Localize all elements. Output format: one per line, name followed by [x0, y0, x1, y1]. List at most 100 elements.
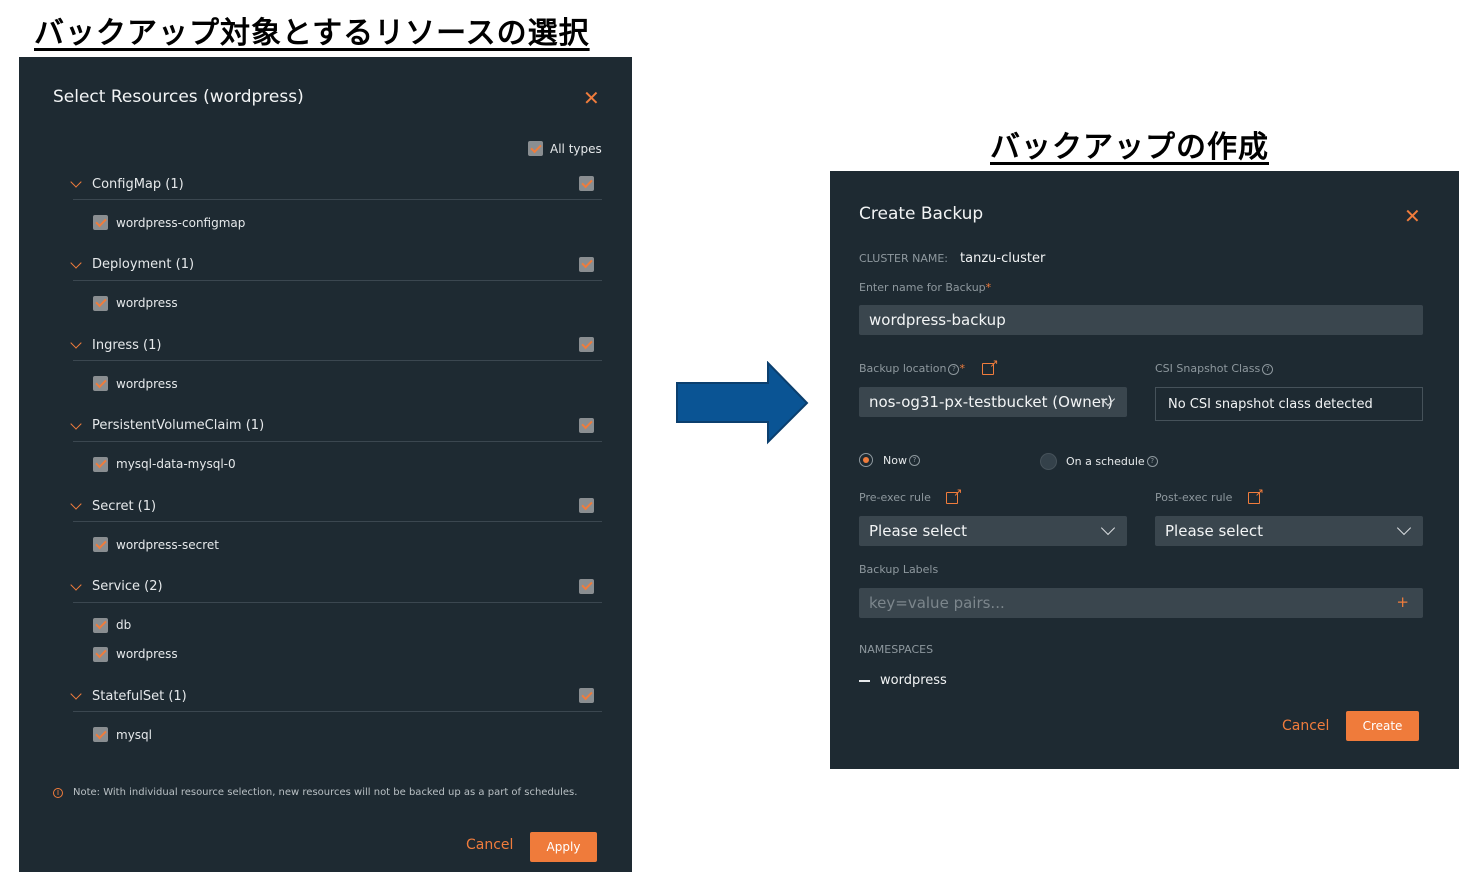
resource-group-header[interactable]: Ingress (1) — [69, 330, 602, 360]
resource-item-label: wordpress — [116, 376, 178, 391]
collapse-icon[interactable] — [859, 679, 870, 682]
external-link-icon[interactable] — [1247, 486, 1264, 504]
chevron-down-icon[interactable] — [70, 417, 82, 430]
resource-item[interactable]: wordpress — [69, 640, 602, 669]
resource-group-label: PersistentVolumeClaim (1) — [92, 418, 265, 433]
resource-item-label: wordpress — [116, 296, 178, 310]
resource-item[interactable]: wordpress — [69, 369, 602, 398]
backup-name-value: wordpress-backup — [869, 311, 1006, 329]
external-link-icon[interactable] — [982, 357, 998, 375]
chevron-down-icon — [1100, 520, 1116, 536]
group-checkbox[interactable] — [579, 176, 594, 191]
csi-snapshot-field: No CSI snapshot class detected — [1155, 387, 1423, 421]
cluster-name-label: CLUSTER NAME: — [859, 252, 949, 265]
group-checkbox[interactable] — [579, 498, 594, 513]
add-label-icon[interactable]: + — [1396, 593, 1409, 611]
chevron-down-icon[interactable] — [70, 578, 82, 591]
post-exec-value: Please select — [1165, 522, 1264, 540]
backup-labels-input[interactable]: key=value pairs... + — [859, 588, 1423, 618]
select-resources-dialog: Select Resources (wordpress) ✕ All types… — [19, 57, 632, 872]
checkbox-icon[interactable] — [528, 141, 543, 156]
resource-group: Secret (1) wordpress-secret — [69, 491, 602, 559]
checkbox-icon[interactable] — [93, 617, 108, 633]
resource-item[interactable]: wordpress-secret — [69, 530, 602, 559]
help-icon[interactable]: ? — [908, 454, 920, 466]
pre-exec-select[interactable]: Please select — [859, 516, 1127, 546]
radio-now[interactable]: Now ? — [859, 453, 920, 467]
checkbox-icon[interactable] — [93, 295, 108, 311]
chevron-down-icon — [1396, 520, 1412, 536]
chevron-down-icon[interactable] — [70, 688, 82, 700]
namespace-item: wordpress — [859, 673, 947, 688]
help-icon[interactable]: ? — [1262, 363, 1274, 375]
resource-group-header[interactable]: ConfigMap (1) — [69, 169, 602, 199]
resource-group-label: Ingress (1) — [92, 337, 162, 353]
chevron-down-icon[interactable] — [70, 256, 82, 269]
dialog-title: Create Backup — [859, 204, 984, 224]
resource-item[interactable]: mysql — [69, 720, 602, 749]
radio-now-label: Now — [883, 453, 907, 467]
resource-item-label: mysql-data-mysql-0 — [116, 457, 236, 471]
resource-item-label: wordpress-configmap — [116, 215, 246, 230]
help-icon[interactable]: ? — [1146, 456, 1158, 467]
note-text: Note: With individual resource selection… — [73, 787, 578, 798]
chevron-down-icon[interactable] — [70, 176, 82, 188]
resource-group-header[interactable]: StatefulSet (1) — [69, 681, 602, 711]
checkbox-icon[interactable] — [93, 537, 108, 552]
cancel-button[interactable]: Cancel — [466, 837, 513, 853]
checkbox-icon[interactable] — [93, 727, 108, 742]
resource-item-label: wordpress-secret — [116, 537, 219, 552]
post-exec-select[interactable]: Please select — [1155, 516, 1423, 546]
cluster-name-row: CLUSTER NAME: tanzu-cluster — [859, 251, 1045, 266]
resource-item[interactable]: wordpress — [69, 289, 602, 318]
resource-group-label: ConfigMap (1) — [92, 176, 184, 192]
radio-unselected-icon[interactable] — [1040, 453, 1057, 470]
chevron-down-icon[interactable] — [70, 337, 82, 349]
radio-schedule[interactable]: On a schedule ? — [1040, 453, 1158, 470]
group-checkbox[interactable] — [579, 256, 594, 272]
backup-location-value: nos-og31-px-testbucket (Owner) — [869, 393, 1113, 411]
resource-group-header[interactable]: PersistentVolumeClaim (1) — [69, 411, 602, 441]
resource-item-label: mysql — [116, 727, 152, 742]
resource-group: PersistentVolumeClaim (1) mysql-data-mysq… — [69, 411, 602, 479]
left-heading: バックアップ対象とするリソースの選択 — [34, 16, 590, 51]
apply-button[interactable]: Apply — [530, 832, 597, 862]
all-types-toggle[interactable]: All types — [528, 141, 602, 156]
cancel-button[interactable]: Cancel — [1282, 718, 1329, 734]
resource-item[interactable]: db — [69, 611, 602, 640]
csi-snapshot-value: No CSI snapshot class detected — [1168, 396, 1373, 412]
pre-exec-value: Please select — [869, 522, 968, 540]
backup-location-label: Backup location? * — [859, 357, 998, 375]
all-types-label: All types — [550, 141, 602, 156]
group-checkbox[interactable] — [579, 337, 594, 352]
group-checkbox[interactable] — [579, 417, 594, 433]
chevron-down-icon[interactable] — [70, 498, 82, 510]
external-link-icon[interactable] — [946, 486, 962, 504]
group-checkbox[interactable] — [579, 688, 594, 703]
group-checkbox[interactable] — [579, 578, 594, 594]
resource-group-label: Secret (1) — [92, 498, 157, 514]
radio-schedule-label: On a schedule — [1066, 455, 1145, 468]
namespace-name: wordpress — [880, 673, 947, 688]
arrow-right-icon — [676, 361, 809, 445]
help-icon[interactable]: ? — [948, 363, 960, 375]
resource-group-header[interactable]: Service (2) — [69, 572, 602, 602]
checkbox-icon[interactable] — [93, 376, 108, 391]
backup-labels-label: Backup Labels — [859, 563, 939, 576]
resource-item[interactable]: wordpress-configmap — [69, 208, 602, 237]
create-button[interactable]: Create — [1346, 711, 1419, 741]
resource-item[interactable]: mysql-data-mysql-0 — [69, 450, 602, 479]
resource-group-header[interactable]: Deployment (1) — [69, 250, 602, 280]
resource-group: Service (2) db wordpress — [69, 572, 602, 669]
checkbox-icon[interactable] — [93, 456, 108, 472]
checkbox-icon[interactable] — [93, 215, 108, 230]
backup-name-input[interactable]: wordpress-backup — [859, 305, 1423, 335]
radio-selected-icon[interactable] — [859, 453, 873, 467]
resource-group-label: StatefulSet (1) — [92, 688, 187, 704]
resource-group-header[interactable]: Secret (1) — [69, 491, 602, 521]
close-icon[interactable]: ✕ — [583, 88, 600, 108]
backup-location-select[interactable]: nos-og31-px-testbucket (Owner) — [859, 387, 1127, 417]
close-icon[interactable]: ✕ — [1404, 206, 1421, 226]
checkbox-icon[interactable] — [93, 646, 108, 662]
right-heading: バックアップの作成 — [990, 130, 1269, 165]
